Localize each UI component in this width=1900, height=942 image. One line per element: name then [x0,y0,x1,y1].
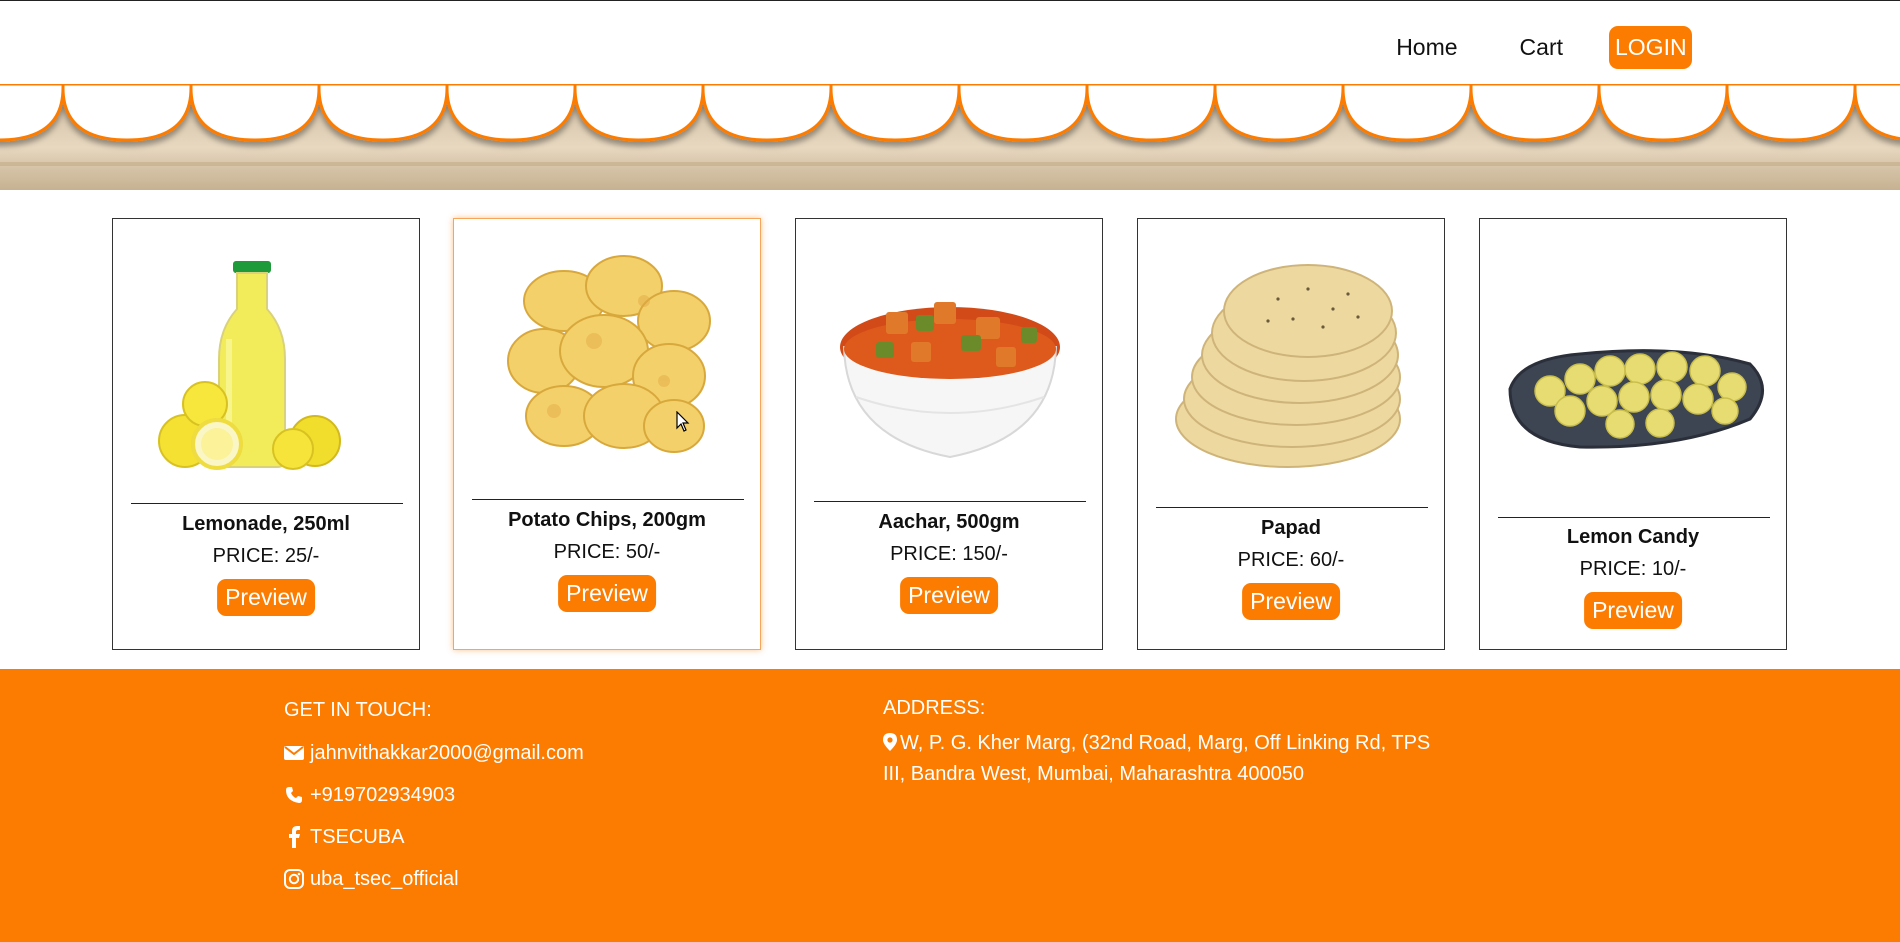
awning-scallop [829,84,961,142]
address-text: W, P. G. Kher Marg, (32nd Road, Marg, Of… [883,728,1483,790]
product-price: PRICE: 150/- [890,543,1008,565]
product-card: Potato Chips, 200gm PRICE: 50/- Preview [453,218,761,650]
product-name: Papad [1260,517,1322,539]
phone-row: +919702934903 [284,784,584,806]
awning-scallop [1597,84,1729,142]
product-price: PRICE: 10/- [1579,558,1687,580]
awning-scallop [61,84,193,142]
preview-button[interactable]: Preview [558,575,656,612]
papad-image [1175,264,1401,468]
contact-phone[interactable]: +919702934903 [310,784,455,807]
product-card: Papad PRICE: 60/- Preview [1137,218,1445,650]
site-footer: GET IN TOUCH: jahnvithakkar2000@gmail.co… [0,669,1900,942]
card-divider [814,501,1086,502]
product-card: Aachar, 500gm PRICE: 150/- Preview [795,218,1103,650]
instagram-icon [284,869,304,889]
preview-button[interactable]: Preview [217,579,315,616]
phone-icon [284,785,304,805]
address-section: ADDRESS: W, P. G. Kher Marg, (32nd Road,… [883,697,1483,790]
main-nav: Home Cart LOGIN [1396,26,1692,69]
mouse-cursor-icon [676,411,690,432]
product-price: PRICE: 50/- [553,541,661,563]
contact-title: GET IN TOUCH: [284,699,432,721]
awning-scallop [701,84,833,142]
shop-awning-banner [0,84,1900,190]
site-header: Home Cart LOGIN [0,0,1900,190]
instagram-row: uba_tsec_official [284,868,584,890]
awning-scallop [445,84,577,142]
address-line-2: III, Bandra West, Mumbai, Maharashtra 40… [883,763,1304,785]
awning-scallop [317,84,449,142]
awning-scallop [1853,84,1900,141]
awning-scallop [1213,84,1345,142]
contact-section: GET IN TOUCH: jahnvithakkar2000@gmail.co… [284,699,584,910]
card-divider [472,499,744,500]
facebook-icon [284,826,304,848]
card-divider [131,503,403,504]
instagram-link[interactable]: uba_tsec_official [310,868,459,891]
card-divider [1156,507,1428,508]
awning-scallop [957,84,1089,142]
awning-scallop [0,84,65,142]
product-name: Aachar, 500gm [878,511,1020,533]
top-border [0,0,1900,1]
awning-scallop [573,84,705,142]
product-card: Lemon Candy PRICE: 10/- Preview [1479,218,1787,650]
product-price: PRICE: 25/- [212,545,320,567]
awning-scallop [1725,84,1857,142]
lemon-candy-image [1508,349,1764,449]
awning-scallop [1341,84,1473,142]
facebook-row: TSECUBA [284,826,584,848]
product-name: Potato Chips, 200gm [508,509,706,531]
address-line-1: W, P. G. Kher Marg, (32nd Road, Marg, Of… [900,732,1431,754]
awning-scallops [0,84,1900,142]
preview-button[interactable]: Preview [900,577,998,614]
product-name: Lemonade, 250ml [182,513,350,535]
product-card: Lemonade, 250ml PRICE: 25/- Preview [112,218,420,650]
nav-home-link[interactable]: Home [1396,34,1457,61]
envelope-icon [284,743,304,763]
product-price: PRICE: 60/- [1237,549,1345,571]
facebook-link[interactable]: TSECUBA [310,826,404,849]
contact-email[interactable]: jahnvithakkar2000@gmail.com [310,742,584,765]
lemonade-image [158,261,341,470]
preview-button[interactable]: Preview [1584,592,1682,629]
aachar-image [840,302,1060,459]
product-name: Lemon Candy [1566,526,1700,548]
awning-scallop [189,84,321,142]
awning-scallop [1469,84,1601,142]
nav-cart-link[interactable]: Cart [1520,34,1563,61]
card-divider [1498,517,1770,518]
login-button[interactable]: LOGIN [1609,26,1692,69]
email-row: jahnvithakkar2000@gmail.com [284,742,584,764]
product-grid: Lemonade, 250ml PRICE: 25/- Preview Pota… [112,218,1788,650]
awning-scallop [1085,84,1217,142]
preview-button[interactable]: Preview [1242,583,1340,620]
map-marker-icon [883,730,897,751]
potato-chips-image [507,255,711,453]
address-title: ADDRESS: [883,697,986,719]
